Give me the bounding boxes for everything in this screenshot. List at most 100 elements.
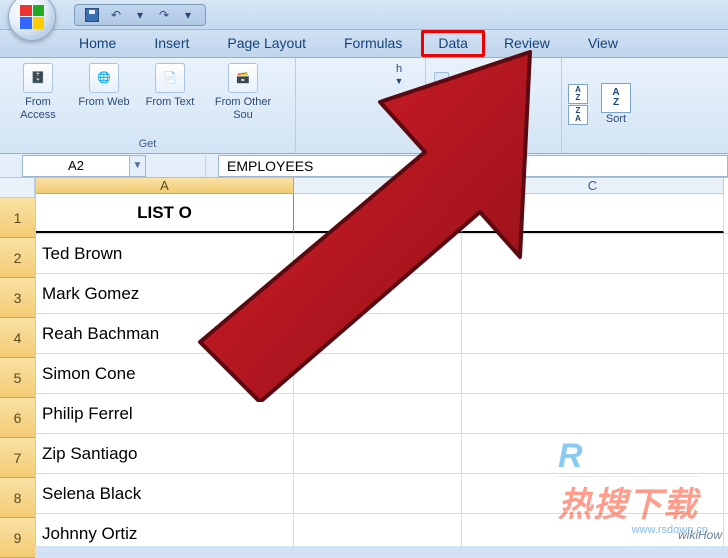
save-button[interactable] (83, 6, 101, 24)
group-title-blank1 (302, 149, 419, 151)
undo-dropdown[interactable]: ▾ (131, 6, 149, 24)
from-text-label: From Text (146, 96, 195, 109)
connections-icon (434, 72, 449, 87)
office-logo-icon (20, 5, 44, 29)
row-headers: 1 2 3 4 5 6 7 8 9 (0, 178, 36, 546)
cell[interactable] (294, 514, 462, 553)
cell[interactable] (294, 274, 462, 313)
from-web-label: From Web (78, 96, 129, 109)
connections-label: Connections (453, 73, 520, 87)
row-header[interactable]: 9 (0, 518, 35, 558)
cell[interactable] (294, 194, 462, 233)
quick-access-toolbar: ↶ ▾ ↷ ▾ (74, 4, 206, 26)
cell[interactable]: Ted Brown (36, 234, 294, 273)
chevron-down-icon: ▼ (395, 76, 404, 86)
row-header[interactable]: 8 (0, 478, 35, 518)
tab-data[interactable]: Data (421, 30, 485, 57)
cell[interactable]: Reah Bachman (36, 314, 294, 353)
cell[interactable] (294, 394, 462, 433)
undo-button[interactable]: ↶ (107, 6, 125, 24)
column-header-c[interactable]: C (462, 178, 724, 194)
cell[interactable]: Philip Ferrel (36, 394, 294, 433)
cell[interactable] (294, 354, 462, 393)
cell[interactable]: LIST O (36, 194, 294, 233)
row-header[interactable]: 4 (0, 318, 35, 358)
row-header[interactable]: 6 (0, 398, 35, 438)
cell[interactable] (294, 434, 462, 473)
column-headers: A C (36, 178, 728, 194)
cell[interactable] (462, 234, 724, 273)
table-row[interactable]: Philip Ferrel (36, 394, 728, 434)
row-header[interactable]: 2 (0, 238, 35, 278)
save-icon (85, 8, 99, 22)
from-other-sources-button[interactable]: 🗃️ From Other Sou (204, 60, 282, 137)
cell[interactable] (462, 274, 724, 313)
name-box-dropdown[interactable]: ▼ (130, 155, 146, 177)
row-header[interactable]: 5 (0, 358, 35, 398)
sort-label: Sort (606, 113, 626, 126)
tab-home[interactable]: Home (60, 29, 135, 57)
group-refresh-partial: h ▼ (296, 58, 426, 153)
sort-small-buttons: AZ ZA (568, 84, 588, 125)
row-header[interactable]: 3 (0, 278, 35, 318)
tab-insert[interactable]: Insert (135, 29, 208, 57)
cell[interactable]: Zip Santiago (36, 434, 294, 473)
sort-za-button[interactable]: ZA (568, 105, 588, 125)
table-row[interactable]: Ted Brown (36, 234, 728, 274)
name-box[interactable]: A2 (22, 155, 130, 177)
cell[interactable] (294, 474, 462, 513)
redo-button[interactable]: ↷ (155, 6, 173, 24)
table-row[interactable]: Mark Gomez (36, 274, 728, 314)
sort-az-button[interactable]: AZ (568, 84, 588, 104)
refresh-suffix: h (396, 63, 402, 76)
column-header-b[interactable] (294, 178, 462, 194)
ribbon: 🗄️ From Access 🌐 From Web 📄 From Text 🗃️… (0, 58, 728, 154)
from-other-label: From Other Sou (206, 96, 280, 121)
row-header[interactable]: 7 (0, 438, 35, 478)
edit-links-icon (434, 110, 449, 125)
properties-label: Properties (453, 92, 508, 106)
row-header[interactable]: 1 (0, 198, 35, 238)
other-sources-icon: 🗃️ (228, 63, 258, 93)
refresh-all-button[interactable]: h ▼ (379, 60, 419, 89)
cell[interactable] (462, 194, 724, 233)
tab-review[interactable]: Review (485, 29, 569, 57)
cell[interactable] (462, 394, 724, 433)
cell[interactable]: Selena Black (36, 474, 294, 513)
text-icon: 📄 (155, 63, 185, 93)
connections-button[interactable]: Connections (432, 71, 555, 88)
properties-button: Properties (432, 90, 555, 107)
edit-links-label: Edit Links (453, 111, 505, 125)
tab-view[interactable]: View (569, 29, 637, 57)
from-text-button[interactable]: 📄 From Text (138, 60, 202, 137)
tab-page-layout[interactable]: Page Layout (208, 29, 325, 57)
group-title-sort (568, 149, 676, 151)
from-access-label: From Access (8, 96, 68, 121)
tab-formulas[interactable]: Formulas (325, 29, 421, 57)
formula-bar[interactable]: EMPLOYEES (218, 155, 728, 177)
web-icon: 🌐 (89, 63, 119, 93)
ribbon-tabs: Home Insert Page Layout Formulas Data Re… (0, 30, 728, 58)
cell[interactable]: Johnny Ortiz (36, 514, 294, 553)
group-title-connections: Connections (432, 137, 555, 151)
select-all-corner[interactable] (0, 178, 35, 198)
edit-links-button: Edit Links (432, 109, 555, 126)
sort-button[interactable]: AZ Sort (594, 80, 638, 129)
table-row[interactable]: Simon Cone (36, 354, 728, 394)
cell[interactable]: Mark Gomez (36, 274, 294, 313)
sort-icon: AZ (601, 83, 631, 113)
qat-customize-dropdown[interactable]: ▾ (179, 6, 197, 24)
column-header-a[interactable]: A (36, 178, 294, 194)
table-row[interactable]: LIST O (36, 194, 728, 234)
cell[interactable] (462, 354, 724, 393)
cell[interactable] (462, 314, 724, 353)
watermark-resou: R热搜下载 (558, 437, 698, 526)
from-access-button[interactable]: 🗄️ From Access (6, 60, 70, 137)
group-connections: Connections Properties Edit Links Connec… (426, 58, 562, 153)
cell[interactable]: Simon Cone (36, 354, 294, 393)
from-web-button[interactable]: 🌐 From Web (72, 60, 136, 137)
fx-button-area[interactable] (146, 155, 206, 177)
cell[interactable] (294, 234, 462, 273)
cell[interactable] (294, 314, 462, 353)
table-row[interactable]: Reah Bachman (36, 314, 728, 354)
